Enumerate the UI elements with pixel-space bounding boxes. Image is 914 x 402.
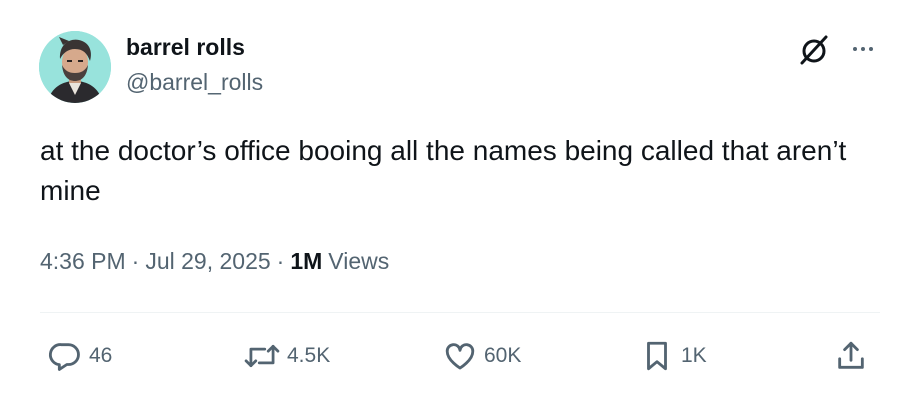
meta-separator: · [131,248,140,274]
heart-icon [445,343,475,370]
tweet-date[interactable]: Jul 29, 2025 [145,248,270,275]
share-icon [838,341,864,369]
reply-button[interactable]: 46 [48,336,112,376]
meta-separator: · [276,248,285,274]
repost-icon [244,344,280,368]
like-button[interactable]: 60K [443,336,521,376]
avatar[interactable] [39,31,111,103]
more-dot [861,47,865,51]
share-button[interactable] [834,336,868,376]
tweet-time[interactable]: 4:36 PM [40,248,126,275]
more-icon[interactable] [846,38,880,60]
reply-icon [48,343,80,371]
repost-button[interactable]: 4.5K [244,336,330,376]
tweet-text: at the doctor’s office booing all the na… [40,135,847,206]
more-dot [853,47,857,51]
reply-count: 46 [89,344,113,367]
like-count: 60K [484,344,522,367]
views-count[interactable]: 1M [290,248,322,275]
views-label[interactable]: Views [328,248,389,275]
avatar-image [39,31,111,103]
bookmark-count: 1K [681,344,707,367]
bookmark-button[interactable]: 1K [640,336,707,376]
divider [40,312,880,313]
action-bar: 46 4.5K 60K 1K [0,336,914,376]
author-display-name[interactable]: barrel rolls [126,34,245,61]
author-handle[interactable]: @barrel_rolls [126,69,263,96]
more-dot [869,47,873,51]
repost-count: 4.5K [287,344,331,367]
tweet-meta: 4:36 PM · Jul 29, 2025 · 1M Views [40,248,389,275]
bookmark-icon [647,341,667,371]
grok-icon[interactable] [798,33,832,67]
